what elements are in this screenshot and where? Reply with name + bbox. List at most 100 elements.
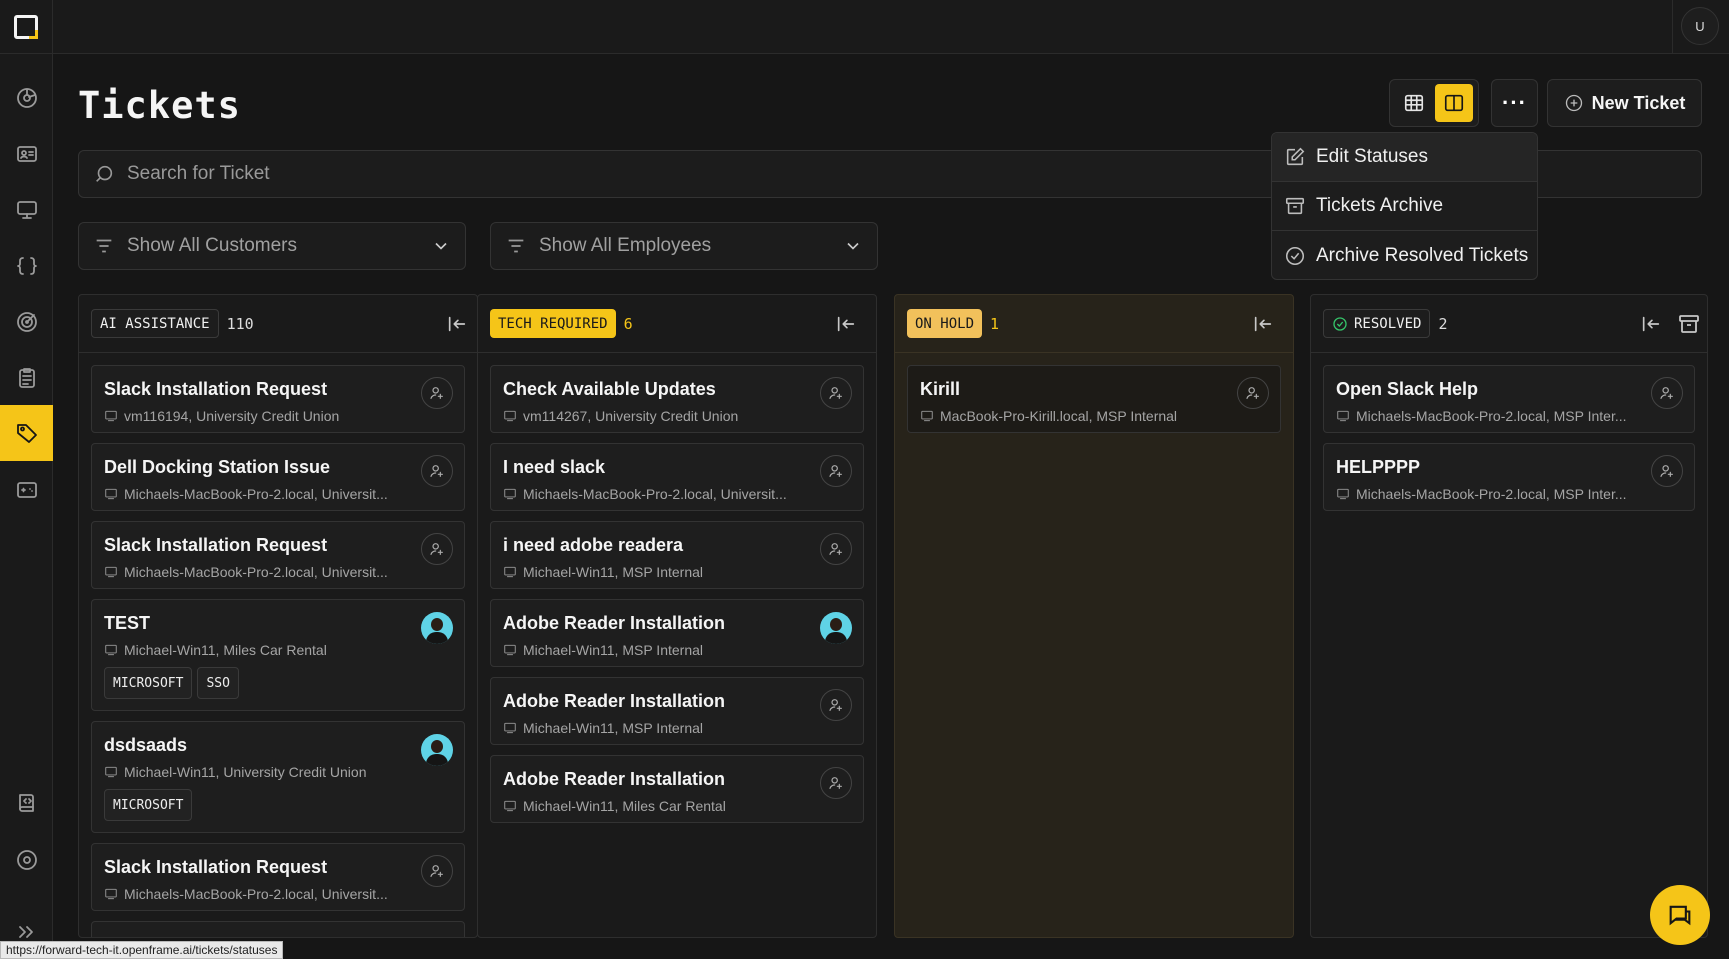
collapse-column-icon[interactable] [1639,313,1663,335]
user-avatar[interactable]: U [1681,7,1719,45]
ticket-count: 6 [623,314,633,333]
add-user-icon [829,465,842,477]
add-user-icon [1246,387,1259,399]
ticket-card[interactable] [91,921,465,937]
ticket-device-text: Michael-Win11, University Credit Union [124,764,367,780]
ticket-device-text: Michaels-MacBook-Pro-2.local, Universit.… [124,886,388,902]
monitoring-icon [16,312,37,332]
assign-button[interactable] [421,855,453,887]
sidebar-item-tickets[interactable] [0,405,53,461]
check-circle-icon [1285,246,1305,265]
archive-icon[interactable] [1677,312,1701,336]
ticket-device: Michaels-MacBook-Pro-2.local, Universit.… [104,486,388,502]
device-icon [1337,410,1349,422]
sidebar-item-remote[interactable] [0,462,53,518]
sidebar-item-monitoring[interactable] [0,294,53,350]
ticket-device: Michaels-MacBook-Pro-2.local, MSP Inter.… [1336,408,1627,424]
new-ticket-button[interactable]: New Ticket [1547,79,1702,127]
assignee-avatar[interactable] [421,734,453,766]
ticket-card[interactable]: Adobe Reader Installation Michael-Win11,… [490,677,864,745]
assign-button[interactable] [820,455,852,487]
sidebar-item-knowledge[interactable] [0,775,53,831]
ticket-title: HELPPPP [1336,457,1421,477]
tag[interactable]: MICROSOFT [104,789,193,821]
status-badge: AI ASSISTANCE [91,309,219,338]
assignee-avatar[interactable] [421,612,453,644]
collapse-column-icon[interactable] [445,313,469,335]
sidebar-item-devices[interactable] [0,182,53,238]
collapse-column-icon[interactable] [1251,313,1275,335]
ticket-device: Michael-Win11, MSP Internal [503,564,703,580]
ticket-device-text: Michael-Win11, Miles Car Rental [523,798,726,814]
ticket-title: TEST [104,613,151,633]
menu-item-label: Archive Resolved Tickets [1316,244,1529,266]
ticket-device: vm116194, University Credit Union [104,408,339,424]
ticket-card[interactable]: Adobe Reader Installation Michael-Win11,… [490,755,864,823]
ticket-card[interactable]: Kirill MacBook-Pro-Kirill.local, MSP Int… [907,365,1281,433]
ticket-title: Slack Installation Request [104,535,328,555]
customers-filter[interactable]: Show All Customers [78,222,466,270]
device-icon [105,488,117,500]
ticket-title: I need slack [503,457,606,477]
menu-item-archive-resolved[interactable]: Archive Resolved Tickets [1272,231,1537,279]
menu-item-tickets-archive[interactable]: Tickets Archive [1272,182,1537,231]
menu-item-edit-statuses[interactable]: Edit Statuses [1272,133,1537,182]
assign-button[interactable] [820,689,852,721]
tag[interactable]: MICROSOFT [104,667,193,699]
sidebar-item-scripts[interactable] [0,238,53,294]
assign-button[interactable] [1237,377,1269,409]
ticket-card[interactable]: HELPPPP Michaels-MacBook-Pro-2.local, MS… [1323,443,1695,511]
assignee-avatar[interactable] [820,612,852,644]
chat-button[interactable] [1650,885,1710,945]
ticket-card[interactable]: I need slack Michaels-MacBook-Pro-2.loca… [490,443,864,511]
ticket-device-text: Michaels-MacBook-Pro-2.local, MSP Inter.… [1356,408,1627,424]
sidebar-item-logs[interactable] [0,350,53,406]
assign-button[interactable] [1651,455,1683,487]
topbar-divider [1672,0,1673,54]
employees-filter[interactable]: Show All Employees [490,222,878,270]
ticket-card[interactable]: Slack Installation Request vm116194, Uni… [91,365,465,433]
ticket-card[interactable]: Dell Docking Station Issue Michaels-MacB… [91,443,465,511]
ticket-device: vm114267, University Credit Union [503,408,738,424]
sidebar-item-dashboard[interactable] [0,70,53,126]
assign-button[interactable] [421,533,453,565]
ticket-card[interactable]: Slack Installation Request Michaels-MacB… [91,843,465,911]
table-view-button[interactable] [1395,84,1433,122]
logo-icon[interactable] [14,15,38,39]
tag[interactable]: SSO [197,667,239,699]
assign-button[interactable] [1651,377,1683,409]
assign-button[interactable] [421,377,453,409]
add-user-icon [430,465,443,477]
sidebar-item-contacts[interactable] [0,126,53,182]
assign-button[interactable] [820,533,852,565]
view-toggle [1389,79,1479,127]
board-view-button[interactable] [1435,84,1473,122]
ticket-card[interactable]: Slack Installation Request Michaels-MacB… [91,521,465,589]
assign-button[interactable] [820,767,852,799]
more-options-button[interactable]: ··· [1491,79,1538,127]
ticket-card[interactable]: Check Available Updates vm114267, Univer… [490,365,864,433]
device-icon [504,644,516,656]
ticket-device-text: Michael-Win11, MSP Internal [523,720,703,736]
chat-icon [1669,905,1691,926]
ticket-title: Adobe Reader Installation [503,691,726,711]
add-user-icon [430,865,443,877]
ticket-device: Michael-Win11, MSP Internal [503,642,703,658]
ticket-title: i need adobe readera [503,535,684,555]
ticket-count: 110 [226,314,254,333]
knowledge-icon [18,794,34,812]
ticket-device: Michaels-MacBook-Pro-2.local, MSP Inter.… [1336,486,1627,502]
ticket-card[interactable]: Adobe Reader Installation Michael-Win11,… [490,599,864,667]
ticket-card[interactable]: dsdsaads Michael-Win11, University Credi… [91,721,465,833]
ticket-tags: MICROSOFT SSO [104,667,239,699]
check-circle-icon [1333,316,1347,331]
ticket-card[interactable]: TEST Michael-Win11, Miles Car Rental MIC… [91,599,465,711]
collapse-column-icon[interactable] [834,313,858,335]
assign-button[interactable] [421,455,453,487]
sidebar-item-settings[interactable] [0,832,53,888]
assign-button[interactable] [820,377,852,409]
device-icon [504,410,516,422]
ticket-card[interactable]: Open Slack Help Michaels-MacBook-Pro-2.l… [1323,365,1695,433]
add-user-icon [829,699,842,711]
ticket-card[interactable]: i need adobe readera Michael-Win11, MSP … [490,521,864,589]
